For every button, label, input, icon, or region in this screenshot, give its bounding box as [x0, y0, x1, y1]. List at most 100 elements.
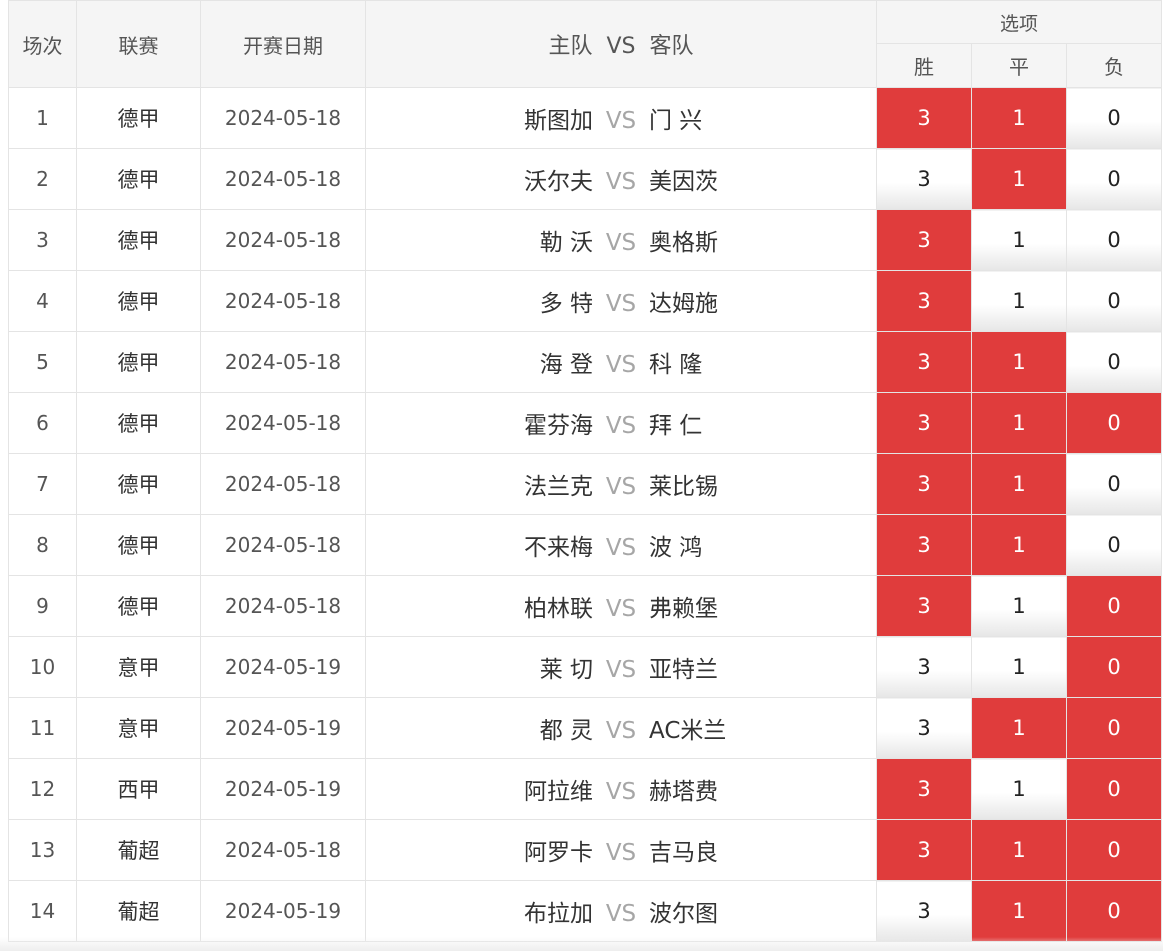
option-draw-button[interactable]: 1 — [971, 392, 1067, 454]
match-number: 7 — [8, 453, 77, 515]
option-loss-button[interactable]: 0 — [1065, 453, 1163, 515]
match-number: 11 — [8, 697, 77, 759]
match-number: 12 — [8, 758, 77, 820]
option-draw-button[interactable]: 1 — [971, 148, 1067, 210]
option-draw-button[interactable]: 1 — [971, 331, 1067, 393]
option-win-button[interactable]: 3 — [876, 697, 972, 759]
option-win-button[interactable]: 3 — [876, 758, 972, 820]
match-teams: 都 灵 VS AC米兰 — [365, 697, 877, 759]
match-number: 4 — [8, 270, 77, 332]
match-number: 10 — [8, 636, 77, 698]
match-date: 2024-05-18 — [200, 148, 366, 210]
away-team: 科 隆 — [649, 352, 703, 378]
match-teams: 霍芬海 VS 拜 仁 — [365, 392, 877, 454]
option-win-button[interactable]: 3 — [876, 453, 972, 515]
match-date: 2024-05-19 — [200, 880, 366, 942]
header-home: 主队 — [548, 34, 593, 59]
vs-label: VS — [605, 901, 637, 927]
option-loss-button[interactable]: 0 — [1065, 575, 1163, 637]
match-row: 14 葡超 2024-05-19 布拉加 VS 波尔图 3 1 0 — [8, 880, 1163, 942]
option-loss-button[interactable]: 0 — [1065, 392, 1163, 454]
match-date: 2024-05-18 — [200, 819, 366, 881]
match-number: 14 — [8, 880, 77, 942]
match-number: 9 — [8, 575, 77, 637]
option-draw-button[interactable]: 1 — [971, 819, 1067, 881]
option-draw-button[interactable]: 1 — [971, 87, 1067, 149]
option-win-button[interactable]: 3 — [876, 636, 972, 698]
home-team: 布拉加 — [524, 901, 593, 927]
option-loss-button[interactable]: 0 — [1065, 270, 1163, 332]
away-team: 美因茨 — [649, 169, 718, 195]
option-loss-button[interactable]: 0 — [1065, 697, 1163, 759]
option-win-button[interactable]: 3 — [876, 392, 972, 454]
match-list: 1 德甲 2024-05-18 斯图加 VS 门 兴 3 1 0 2 德甲 2024-05-18 沃尔夫… — [8, 87, 1163, 942]
option-draw-button[interactable]: 1 — [971, 697, 1067, 759]
option-win-button[interactable]: 3 — [876, 514, 972, 576]
match-teams: 海 登 VS 科 隆 — [365, 331, 877, 393]
option-draw-button[interactable]: 1 — [971, 758, 1067, 820]
vs-label: VS — [605, 718, 637, 744]
header-away: 客队 — [649, 34, 694, 59]
option-loss-button[interactable]: 0 — [1065, 209, 1163, 271]
option-win-button[interactable]: 3 — [876, 575, 972, 637]
option-draw-button[interactable]: 1 — [971, 270, 1067, 332]
option-draw-button[interactable]: 1 — [971, 453, 1067, 515]
vs-label: VS — [605, 474, 637, 500]
option-win-button[interactable]: 3 — [876, 331, 972, 393]
match-teams: 莱 切 VS 亚特兰 — [365, 636, 877, 698]
table-header: 场次 联赛 开赛日期 主队 VS 客队 选项 胜 平 负 — [8, 0, 1163, 88]
home-team: 海 登 — [539, 352, 593, 378]
match-date: 2024-05-18 — [200, 453, 366, 515]
league-name: 葡超 — [76, 819, 201, 881]
match-date: 2024-05-19 — [200, 636, 366, 698]
home-team: 斯图加 — [524, 108, 593, 134]
match-number: 5 — [8, 331, 77, 393]
option-draw-button[interactable]: 1 — [971, 514, 1067, 576]
option-win-button[interactable]: 3 — [876, 87, 972, 149]
header-win: 胜 — [876, 43, 972, 88]
option-loss-button[interactable]: 0 — [1065, 880, 1163, 942]
option-draw-button[interactable]: 1 — [971, 209, 1067, 271]
header-draw: 平 — [971, 43, 1067, 88]
option-draw-button[interactable]: 1 — [971, 575, 1067, 637]
option-loss-button[interactable]: 0 — [1065, 819, 1163, 881]
match-number: 8 — [8, 514, 77, 576]
vs-label: VS — [605, 352, 637, 378]
option-draw-button[interactable]: 1 — [971, 636, 1067, 698]
option-loss-button[interactable]: 0 — [1065, 514, 1163, 576]
vs-label: VS — [605, 535, 637, 561]
option-draw-button[interactable]: 1 — [971, 880, 1067, 942]
match-teams: 阿拉维 VS 赫塔费 — [365, 758, 877, 820]
match-number: 1 — [8, 87, 77, 149]
vs-label: VS — [605, 657, 637, 683]
match-row: 7 德甲 2024-05-18 法兰克 VS 莱比锡 3 1 0 — [8, 453, 1163, 515]
option-win-button[interactable]: 3 — [876, 270, 972, 332]
option-loss-button[interactable]: 0 — [1065, 148, 1163, 210]
match-number: 13 — [8, 819, 77, 881]
option-win-button[interactable]: 3 — [876, 148, 972, 210]
away-team: 波 鸿 — [649, 535, 703, 561]
match-date: 2024-05-18 — [200, 209, 366, 271]
match-teams: 多 特 VS 达姆施 — [365, 270, 877, 332]
match-date: 2024-05-18 — [200, 270, 366, 332]
away-team: 门 兴 — [649, 108, 703, 134]
match-date: 2024-05-18 — [200, 392, 366, 454]
home-team: 柏林联 — [524, 596, 593, 622]
match-row: 1 德甲 2024-05-18 斯图加 VS 门 兴310 — [8, 87, 1163, 149]
option-loss-button[interactable]: 0 — [1065, 758, 1163, 820]
option-win-button[interactable]: 3 — [876, 209, 972, 271]
match-date: 2024-05-18 — [200, 575, 366, 637]
option-win-button[interactable]: 3 — [876, 819, 972, 881]
option-loss-button[interactable]: 0 — [1065, 87, 1163, 149]
match-date: 2024-05-19 — [200, 758, 366, 820]
away-team: AC米兰 — [649, 718, 727, 744]
option-loss-button[interactable]: 0 — [1065, 636, 1163, 698]
option-loss-button[interactable]: 0 — [1065, 331, 1163, 393]
away-team: 亚特兰 — [649, 657, 718, 683]
league-name: 西甲 — [76, 758, 201, 820]
match-teams: 沃尔夫 VS 美因茨 — [365, 148, 877, 210]
league-name: 意甲 — [76, 697, 201, 759]
match-date: 2024-05-19 — [200, 697, 366, 759]
away-team: 赫塔费 — [649, 779, 718, 805]
option-win-button[interactable]: 3 — [876, 880, 972, 942]
